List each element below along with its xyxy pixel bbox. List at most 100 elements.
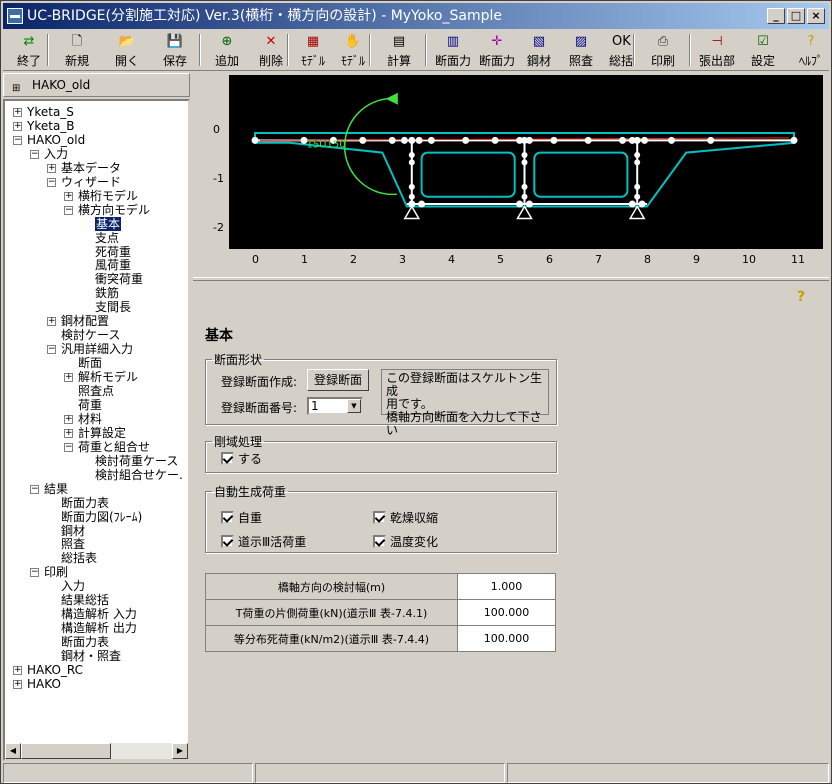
toolbar-model-hand-button[interactable]: ✋ ﾓﾃﾞﾙ (333, 32, 373, 70)
toolbar-section-force-button[interactable]: ▥ 断面力 (433, 32, 473, 70)
toolbar-settings-button[interactable]: ☑ 設定 (743, 32, 783, 70)
tree-item[interactable]: 支間長 (95, 300, 131, 314)
checkbox-icon[interactable] (221, 452, 234, 465)
toolbar-delete-button[interactable]: ✕ 削除 (251, 32, 291, 70)
tree-item[interactable]: HAKO_RC (27, 663, 83, 677)
tree-expand-icon[interactable]: − (64, 442, 73, 452)
tree-item[interactable]: 横方向モデル (78, 203, 150, 217)
maximize-button[interactable]: □ (787, 8, 805, 24)
tree-item[interactable]: 計算設定 (78, 426, 126, 440)
tree-item[interactable]: 衝突荷重 (95, 272, 143, 286)
tree-item[interactable]: 鉄筋 (95, 286, 119, 300)
toolbar-steel-button[interactable]: ▧ 鋼材 (519, 32, 559, 70)
self-weight-checkbox[interactable]: 自重 (221, 509, 262, 526)
toolbar-open-folder-button[interactable]: 📂 開く (107, 32, 147, 70)
checkbox-icon[interactable] (373, 535, 386, 548)
tree-item[interactable]: HAKO_old (27, 133, 85, 147)
minimize-button[interactable]: _ (767, 8, 785, 24)
row-value[interactable]: 100.000 (457, 599, 556, 626)
tree-item[interactable]: 入力 (61, 579, 85, 593)
section-number-select[interactable]: 1 ▼ (307, 397, 363, 415)
tree-item[interactable]: 検討荷重ケース (95, 454, 178, 468)
toolbar-add-button[interactable]: ⊕ 追加 (207, 32, 247, 70)
row-value[interactable]: 1.000 (457, 573, 556, 600)
tree-expand-icon[interactable]: + (13, 121, 22, 131)
row-value[interactable]: 100.000 (457, 625, 556, 652)
toolbar-exit-button[interactable]: ⇄ 終了 (9, 32, 49, 70)
tree-item[interactable]: 基本データ (61, 161, 121, 175)
tree-expand-icon[interactable]: + (13, 666, 22, 675)
scroll-right-icon[interactable]: ▶ (172, 743, 188, 759)
toolbar-verify-button[interactable]: ▨ 照査 (561, 32, 601, 70)
checkbox-icon[interactable] (221, 535, 234, 548)
toolbar-print-button[interactable]: ⎙ 印刷 (643, 32, 683, 70)
scroll-thumb[interactable] (21, 743, 111, 759)
tree-item[interactable]: 鋼材・照査 (61, 649, 121, 663)
tree-item[interactable]: 結果総括 (61, 593, 109, 607)
toolbar-section-force-diagram-button[interactable]: ✛ 断面力 (477, 32, 517, 70)
toolbar-calculator-button[interactable]: ▤ 計算 (379, 32, 419, 70)
temperature-checkbox[interactable]: 温度変化 (373, 533, 438, 550)
tree-expand-icon[interactable]: + (47, 163, 56, 173)
register-section-button[interactable]: 登録断面 (307, 369, 369, 391)
checkbox-icon[interactable] (221, 511, 234, 524)
tree-item[interactable]: Yketa_B (27, 119, 75, 133)
tree-expand-icon[interactable]: + (64, 191, 73, 201)
tree-item[interactable]: 荷重 (78, 398, 102, 412)
tree-item[interactable]: 照査点 (78, 384, 114, 398)
tree-item[interactable]: 総括表 (61, 551, 97, 565)
tree-expand-icon[interactable]: + (13, 679, 22, 689)
tree-expand-icon[interactable]: − (30, 149, 39, 159)
shrinkage-checkbox[interactable]: 乾燥収縮 (373, 509, 438, 526)
splitter[interactable] (193, 277, 829, 281)
tree-expand-icon[interactable]: + (64, 414, 73, 424)
toolbar-help-button[interactable]: ? ﾍﾙﾌﾟ (791, 32, 831, 70)
tree-item[interactable]: 鋼材配置 (61, 314, 109, 328)
tree-horizontal-scrollbar[interactable]: ◀ ▶ (5, 743, 188, 759)
toolbar-save-button[interactable]: 💾 保存 (155, 32, 195, 70)
tree-expand-icon[interactable]: − (64, 205, 73, 215)
rigid-zone-checkbox[interactable]: する (221, 450, 262, 467)
tree-item[interactable]: 鋼材 (61, 524, 85, 538)
tree-item[interactable]: 印刷 (44, 565, 68, 579)
tree-item[interactable]: Yketa_S (27, 105, 74, 119)
tree-expand-icon[interactable]: + (64, 373, 73, 383)
toolbar-new-file-button[interactable]: 🗋 新規 (57, 32, 97, 70)
tree-item[interactable]: 解析モデル (78, 370, 138, 384)
tree-item[interactable]: ウィザード (61, 175, 121, 189)
toolbar-ok-summary-button[interactable]: OK 総括 (601, 32, 641, 70)
tree-item[interactable]: 断面力表 (61, 635, 109, 649)
toolbar-cantilever-button[interactable]: ⊣ 張出部 (697, 32, 737, 70)
tree-item[interactable]: 汎用詳細入力 (61, 342, 133, 356)
tree-expand-icon[interactable]: − (47, 345, 56, 355)
tree-item[interactable]: 死荷重 (95, 245, 131, 259)
tree-item[interactable]: 支点 (95, 231, 119, 245)
tree-expand-icon[interactable]: + (47, 317, 56, 327)
tree-expand-icon[interactable]: − (13, 135, 22, 145)
tree-item[interactable]: 検討ケース (61, 328, 120, 342)
chevron-down-icon[interactable]: ▼ (347, 399, 361, 413)
tree-item[interactable]: 結果 (44, 482, 68, 496)
toolbar-model-button[interactable]: ▦ ﾓﾃﾞﾙ (293, 32, 333, 70)
tree-item[interactable]: 断面力図(ﾌﾚｰﾑ) (61, 510, 142, 524)
tree-item[interactable]: 構造解析 出力 (61, 621, 137, 635)
live-load-checkbox[interactable]: 道示Ⅲ活荷重 (221, 533, 306, 550)
tree-item[interactable]: 断面力表 (61, 496, 109, 510)
tree-expand-icon[interactable]: − (30, 568, 39, 578)
tree-item[interactable]: 検討組合せケー. (95, 468, 183, 482)
tree-item[interactable]: 照査 (61, 537, 85, 551)
tree-item[interactable]: 材料 (78, 412, 102, 426)
scroll-left-icon[interactable]: ◀ (5, 743, 21, 759)
close-button[interactable]: × (807, 8, 825, 24)
help-icon[interactable]: ? (797, 289, 805, 305)
tree-item[interactable]: 基本 (95, 216, 122, 231)
plot-canvas[interactable]: 15U150 (229, 75, 823, 249)
tree-item[interactable]: 入力 (44, 147, 68, 161)
tree-expand-icon[interactable]: − (30, 484, 39, 494)
tree-item[interactable]: 横桁モデル (78, 189, 138, 203)
tree-expand-icon[interactable]: + (64, 428, 73, 438)
tree-item[interactable]: HAKO (27, 677, 61, 691)
checkbox-icon[interactable] (373, 511, 386, 524)
tree-item[interactable]: 荷重と組合せ (78, 440, 150, 454)
tree-item[interactable]: 断面 (78, 356, 102, 370)
